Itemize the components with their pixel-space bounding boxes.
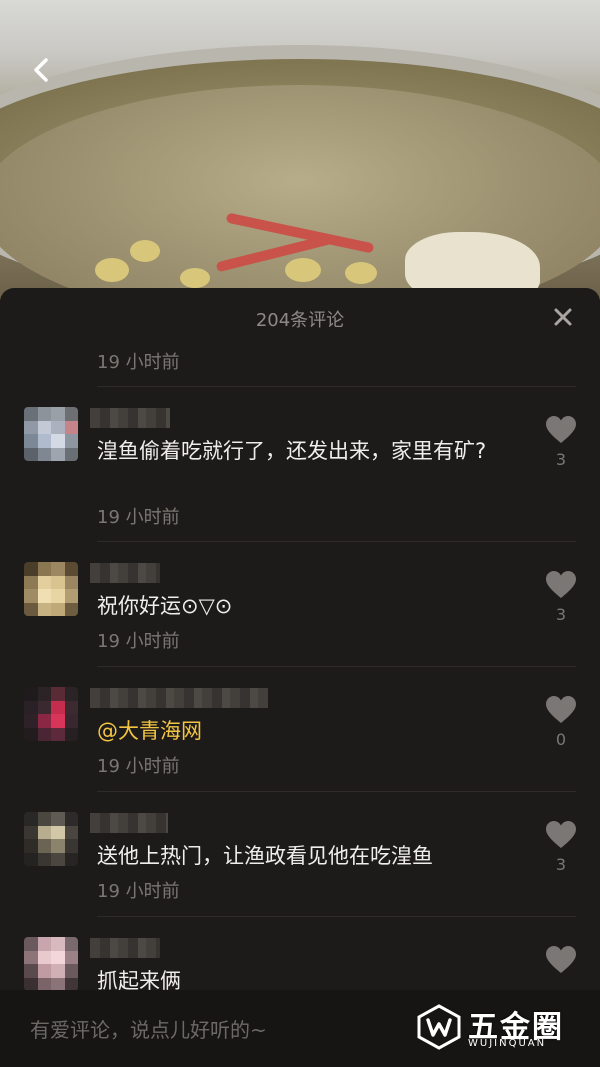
comment-item[interactable]: 祝你好运⊙▽⊙ 19 小时前 3 (0, 559, 600, 666)
divider (97, 916, 576, 917)
watermark-subtitle: WUJINQUAN (468, 1038, 547, 1049)
back-button[interactable] (26, 54, 58, 86)
like-button[interactable] (544, 946, 578, 974)
divider (97, 791, 576, 792)
food-shape (130, 240, 160, 262)
username-blurred[interactable] (90, 563, 160, 583)
food-shape (285, 258, 321, 282)
close-icon (554, 308, 572, 326)
username-blurred[interactable] (90, 688, 268, 708)
like-count: 3 (555, 855, 567, 874)
comment-text: 送他上热门，让渔政看见他在吃湟鱼 (97, 844, 433, 868)
like-button[interactable]: 3 (544, 821, 578, 874)
username-blurred[interactable] (90, 938, 160, 958)
avatar[interactable] (24, 937, 78, 990)
comment-count-title: 204条评论 (255, 310, 345, 331)
food-shape (180, 268, 210, 288)
heart-icon (546, 946, 576, 973)
comments-panel: 204条评论 19 小时前 湟鱼偷着吃就行了，还发出来，家里有矿? 19 小时前 (0, 288, 600, 1067)
like-button[interactable]: 3 (544, 571, 578, 624)
like-count: 0 (555, 730, 567, 749)
comment-text: 祝你好运⊙▽⊙ (97, 594, 233, 618)
avatar[interactable] (24, 407, 78, 461)
avatar[interactable] (24, 562, 78, 616)
username-blurred[interactable] (90, 813, 168, 833)
comment-time: 19 小时前 (97, 352, 180, 373)
heart-icon (546, 416, 576, 443)
close-button[interactable] (552, 306, 574, 328)
panel-header: 204条评论 (0, 288, 600, 346)
comment-time: 19 小时前 (97, 881, 180, 902)
comment-time: 19 小时前 (97, 631, 180, 652)
heart-icon (546, 571, 576, 598)
comment-item[interactable]: 送他上热门，让渔政看见他在吃湟鱼 19 小时前 3 (0, 809, 600, 916)
comment-list[interactable]: 19 小时前 湟鱼偷着吃就行了，还发出来，家里有矿? 19 小时前 3 祝你好运… (0, 346, 600, 990)
watermark: 五金圈 WUJINQUAN (416, 1002, 588, 1056)
comment-item[interactable]: 湟鱼偷着吃就行了，还发出来，家里有矿? 19 小时前 3 (0, 404, 600, 541)
comment-mention-link[interactable]: @大青海网 (97, 716, 517, 746)
watermark-logo-icon (417, 1004, 461, 1050)
food-shape (95, 258, 129, 282)
food-shape (345, 262, 377, 284)
heart-icon (546, 696, 576, 723)
comment-input-bar[interactable]: 有爱评论，说点儿好听的~ 五金圈 WUJINQUAN (0, 990, 600, 1067)
like-button[interactable]: 3 (544, 416, 578, 469)
username-blurred[interactable] (90, 408, 170, 428)
comment-time: 19 小时前 (97, 756, 180, 777)
comment-input[interactable]: 有爱评论，说点儿好听的~ (30, 1014, 267, 1043)
comment-text: 抓起来俩 (97, 969, 181, 990)
like-count: 3 (555, 605, 567, 624)
video-background[interactable] (0, 0, 600, 300)
avatar[interactable] (24, 687, 78, 741)
like-count: 3 (555, 450, 567, 469)
divider (97, 666, 576, 667)
comment-item[interactable]: 抓起来俩 (0, 934, 600, 990)
divider (97, 541, 576, 542)
like-button[interactable]: 0 (544, 696, 578, 749)
comment-time: 19 小时前 (97, 507, 180, 528)
avatar[interactable] (24, 812, 78, 866)
comment-text: 湟鱼偷着吃就行了，还发出来，家里有矿? (97, 439, 487, 463)
divider (97, 386, 576, 387)
back-arrow-icon (34, 58, 48, 82)
heart-icon (546, 821, 576, 848)
comment-item[interactable]: @大青海网 19 小时前 0 (0, 684, 600, 791)
